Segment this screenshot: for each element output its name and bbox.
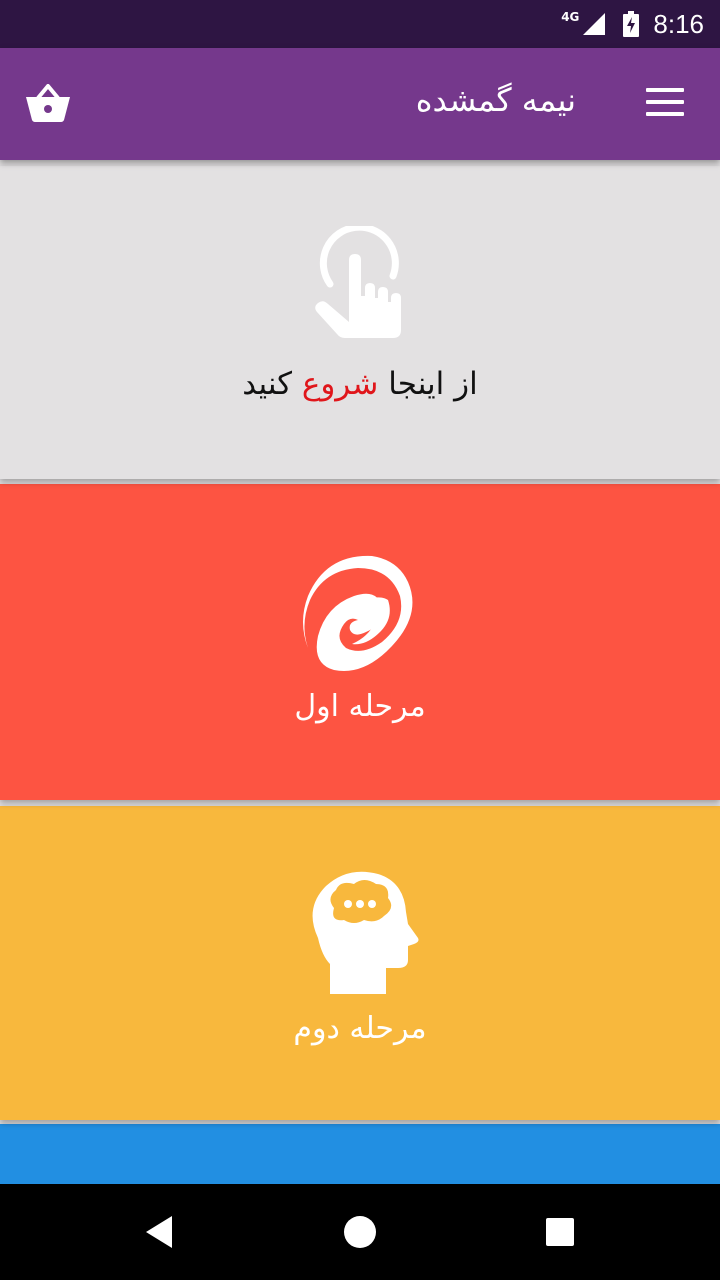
menu-icon[interactable] xyxy=(646,88,684,120)
shopping-basket-icon[interactable] xyxy=(24,84,72,124)
back-icon[interactable] xyxy=(140,1212,180,1252)
stage-three-card[interactable] xyxy=(0,1124,720,1184)
status-bar: 4G 8:16 xyxy=(0,0,720,48)
signal-icon xyxy=(583,13,606,35)
start-text-after: کنید xyxy=(242,366,302,402)
menu-bar-line xyxy=(646,112,684,116)
app-screen: 4G 8:16 نیمه گمشده از اینجا شروع کنید مر… xyxy=(0,0,720,1280)
stage-two-card[interactable]: مرحله دوم xyxy=(0,806,720,1120)
battery-charging-icon xyxy=(623,11,640,37)
network-type: 4G xyxy=(561,10,580,24)
menu-bar-line xyxy=(646,100,684,104)
home-icon[interactable] xyxy=(340,1212,380,1252)
clock: 8:16 xyxy=(653,8,704,39)
start-card[interactable]: از اینجا شروع کنید xyxy=(0,166,720,479)
menu-bar-line xyxy=(646,88,684,92)
recent-apps-icon[interactable] xyxy=(540,1212,580,1252)
touch-hand-icon xyxy=(315,226,401,338)
stage-two-label: مرحله دوم xyxy=(293,1011,427,1046)
start-text-highlight: شروع xyxy=(301,366,379,402)
app-bar: نیمه گمشده xyxy=(0,48,720,160)
stage-one-card[interactable]: مرحله اول xyxy=(0,484,720,800)
swirl-icon xyxy=(303,555,413,671)
app-title: نیمه گمشده xyxy=(415,81,576,119)
start-text-before: از اینجا xyxy=(378,366,478,402)
start-prompt: از اینجا شروع کنید xyxy=(0,366,720,402)
stage-one-label: مرحله اول xyxy=(294,689,426,724)
navigation-bar xyxy=(0,1184,720,1280)
status-icons: 4G 8:16 xyxy=(561,0,704,48)
thinking-head-icon xyxy=(312,871,419,994)
